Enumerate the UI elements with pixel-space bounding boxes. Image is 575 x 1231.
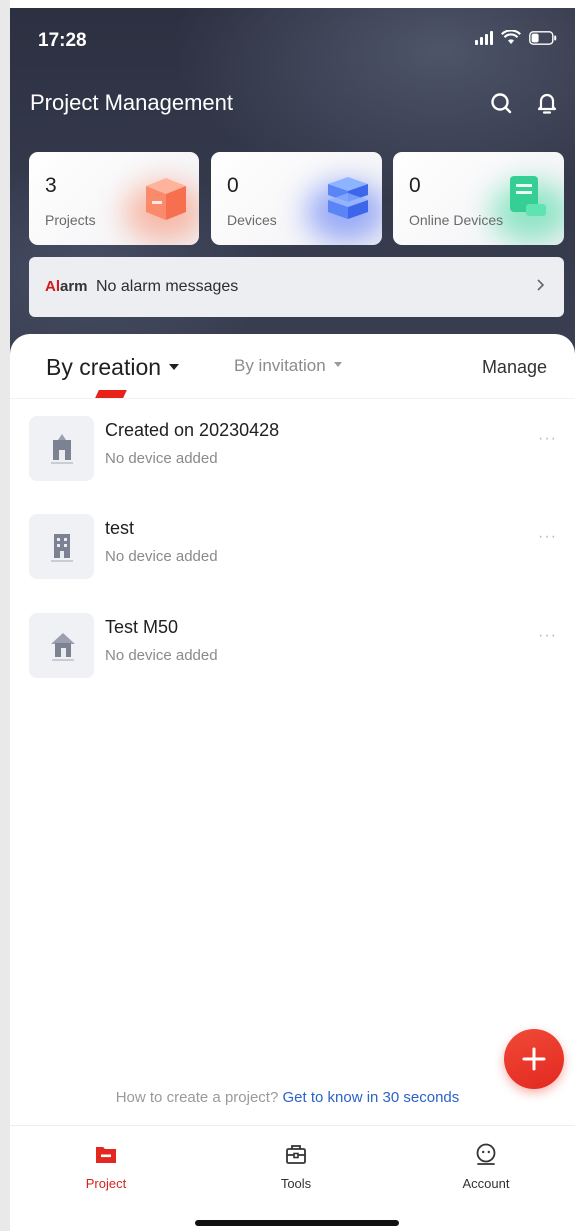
filter-tabs: By creation By invitation Manage xyxy=(10,334,575,399)
toolbox-icon xyxy=(286,1145,306,1164)
project-thumbnail xyxy=(29,613,94,678)
project-name: Created on 20230428 xyxy=(105,420,280,440)
alarm-tag: Alarm xyxy=(45,278,88,295)
project-status: No device added xyxy=(105,450,218,467)
project-name: Test M50 xyxy=(105,617,179,637)
notification-bell-icon[interactable] xyxy=(536,92,560,116)
project-list-item[interactable]: test No device added ··· xyxy=(10,514,575,584)
tab-project[interactable]: Project xyxy=(46,1126,166,1196)
tab-by-creation[interactable]: By creation xyxy=(46,354,180,381)
manage-button[interactable]: Manage xyxy=(482,357,547,378)
tab-label: Project xyxy=(85,1176,127,1191)
office-building-icon xyxy=(51,534,73,562)
account-icon xyxy=(476,1143,496,1165)
status-time: 17:28 xyxy=(38,30,87,51)
caret-down-icon xyxy=(169,363,180,370)
tab-label: Account xyxy=(462,1176,510,1191)
battery-icon xyxy=(529,30,557,45)
project-name: test xyxy=(105,518,135,538)
box-icon xyxy=(146,178,186,220)
stat-card-projects[interactable]: 3 Projects xyxy=(29,152,199,245)
project-folder-icon xyxy=(96,1147,116,1163)
wifi-icon xyxy=(501,30,521,45)
more-options-icon[interactable]: ··· xyxy=(538,627,557,645)
status-icons xyxy=(475,30,557,45)
alarm-bar[interactable]: Alarm No alarm messages xyxy=(29,257,564,317)
tab-by-invitation[interactable]: By invitation xyxy=(234,356,342,376)
add-project-button[interactable] xyxy=(504,1029,564,1089)
stat-value: 0 xyxy=(409,174,421,197)
page-title: Project Management xyxy=(30,90,233,115)
stat-value: 0 xyxy=(227,174,239,197)
tab-label: Tools xyxy=(280,1176,312,1191)
stat-label: Online Devices xyxy=(409,212,504,228)
help-hint: How to create a project? Get to know in … xyxy=(115,1089,460,1106)
home-indicator xyxy=(195,1220,399,1226)
server-stack-icon xyxy=(328,177,368,219)
stat-label: Projects xyxy=(45,212,96,228)
bottom-tab-bar: Project Tools Account xyxy=(10,1125,575,1196)
more-options-icon[interactable]: ··· xyxy=(538,528,557,546)
plus-icon xyxy=(522,1047,546,1071)
more-options-icon[interactable]: ··· xyxy=(538,430,557,448)
stat-value: 3 xyxy=(45,174,57,197)
left-edge xyxy=(0,0,10,1231)
project-thumbnail xyxy=(29,514,94,579)
tab-tools[interactable]: Tools xyxy=(236,1126,356,1196)
stat-card-online-devices[interactable]: 0 Online Devices xyxy=(393,152,564,245)
house-icon xyxy=(51,633,75,661)
school-building-icon xyxy=(51,434,73,464)
learn-more-link[interactable]: Get to know in 30 seconds xyxy=(282,1089,459,1106)
project-list-item[interactable]: Created on 20230428 No device added ··· xyxy=(10,416,575,486)
project-thumbnail xyxy=(29,416,94,481)
cellular-signal-icon xyxy=(475,30,493,45)
stat-label: Devices xyxy=(227,212,277,228)
project-status: No device added xyxy=(105,548,218,565)
search-icon[interactable] xyxy=(490,92,514,116)
caret-down-icon xyxy=(333,362,342,368)
stat-card-devices[interactable]: 0 Devices xyxy=(211,152,382,245)
document-stack-icon xyxy=(510,176,546,216)
alarm-message: No alarm messages xyxy=(96,278,239,295)
project-status: No device added xyxy=(105,647,218,664)
active-tab-indicator xyxy=(95,390,127,398)
project-list-item[interactable]: Test M50 No device added ··· xyxy=(10,613,575,683)
tab-account[interactable]: Account xyxy=(426,1126,546,1196)
chevron-right-icon xyxy=(536,277,546,297)
